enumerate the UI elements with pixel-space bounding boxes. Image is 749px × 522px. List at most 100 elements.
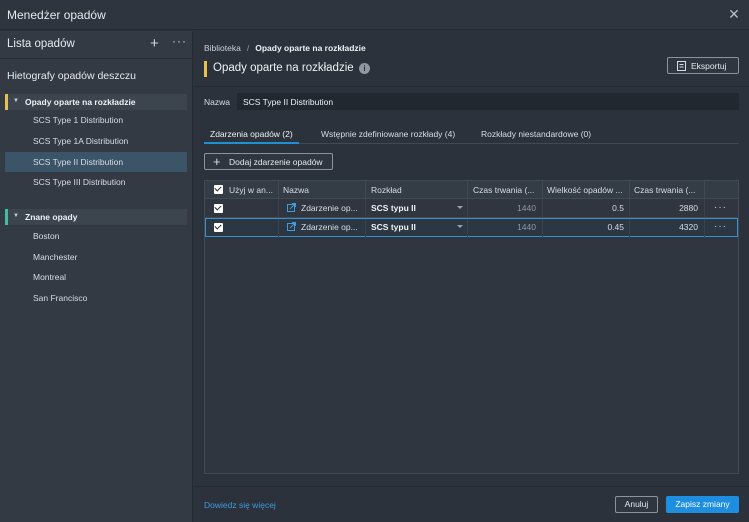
column-separator[interactable] (629, 181, 630, 199)
tree-item-san-francisco[interactable]: San Francisco (5, 288, 187, 308)
tree-item-label: Boston (33, 231, 60, 241)
row-more-icon[interactable]: ··· (714, 221, 727, 232)
cell-separator (542, 219, 543, 238)
tree-item-label: Manchester (33, 252, 78, 262)
title-marker (204, 61, 207, 77)
group-marker (5, 94, 8, 110)
tab-active-indicator (204, 142, 299, 144)
breadcrumb-current: Opady oparte na rozkładzie (255, 43, 366, 53)
duration-value: 1440 (517, 222, 536, 232)
tree-item-manchester[interactable]: Manchester (5, 247, 187, 267)
info-icon[interactable]: i (359, 63, 370, 74)
cell-separator (704, 219, 705, 238)
tab-rainfall-events[interactable]: Zdarzenia opadów (2) (210, 129, 293, 139)
plus-icon: + (213, 154, 221, 169)
column-separator[interactable] (365, 181, 366, 199)
distribution-select[interactable]: SCS typu II (371, 203, 451, 213)
cell-separator (365, 219, 366, 238)
depth-value[interactable]: 0.5 (547, 203, 624, 213)
column-header-depth[interactable]: Wielkość opadów ... (547, 185, 627, 195)
more-icon[interactable]: ··· (172, 34, 187, 48)
use-checkbox[interactable] (214, 223, 223, 232)
open-link-icon[interactable] (287, 222, 296, 231)
page-title-text: Opady oparte na rozkładzie (213, 62, 354, 74)
table-row[interactable]: Zdarzenie op... SCS typu II 1440 0.5 288… (205, 199, 738, 218)
column-header-duration[interactable]: Czas trwania (... (473, 185, 541, 195)
left-panel: Lista opadów + ··· Hietografy opadów des… (0, 31, 193, 522)
group-header-known[interactable]: ▼ Znane opady (5, 209, 187, 225)
plus-icon[interactable]: + (150, 35, 159, 52)
use-checkbox[interactable] (214, 204, 223, 213)
name-label: Nazwa (204, 97, 230, 107)
table-row[interactable]: Zdarzenie op... SCS typu II 1440 0.45 43… (205, 218, 738, 238)
column-header-distribution[interactable]: Rozkład (371, 185, 461, 195)
select-all-checkbox[interactable] (214, 185, 223, 194)
table-header: Użyj w an... Nazwa Rozkład Czas trwania … (205, 181, 738, 199)
learn-more-link[interactable]: Dowiedz się więcej (204, 500, 276, 510)
caret-down-icon[interactable]: ▼ (13, 213, 19, 219)
header-divider (194, 86, 749, 87)
tree-item-label: SCS Type 1 Distribution (33, 115, 124, 125)
export-button[interactable]: Eksportuj (667, 57, 739, 74)
row-more-icon[interactable]: ··· (714, 202, 727, 213)
cell-separator (365, 199, 366, 218)
duration-value: 1440 (517, 203, 536, 213)
cell-separator (467, 219, 468, 238)
breadcrumb-root[interactable]: Biblioteka (204, 43, 241, 53)
tab-predefined-distributions[interactable]: Wstępnie zdefiniowane rozkłady (4) (321, 129, 455, 139)
tree-item-label: SCS Type 1A Distribution (33, 136, 129, 146)
tree-item-scs-type-1[interactable]: SCS Type 1 Distribution (5, 110, 187, 130)
event-name[interactable]: Zdarzenie op... (301, 222, 363, 232)
tree-item-montreal[interactable]: Montreal (5, 267, 187, 287)
window-title: Menedżer opadów (7, 8, 106, 22)
rainfall-events-table: Użyj w an... Nazwa Rozkład Czas trwania … (204, 180, 739, 474)
column-separator[interactable] (467, 181, 468, 199)
tree-item-scs-type-3[interactable]: SCS Type III Distribution (5, 172, 187, 192)
duration2-value[interactable]: 2880 (634, 203, 698, 213)
tree-item-boston[interactable]: Boston (5, 226, 187, 246)
cell-separator (542, 199, 543, 218)
group-label: Opady oparte na rozkładzie (25, 97, 136, 107)
cell-separator (278, 199, 279, 218)
column-separator[interactable] (704, 181, 705, 199)
footer-divider (194, 486, 749, 487)
left-panel-header: Lista opadów + ··· (0, 31, 193, 59)
export-label: Eksportuj (691, 61, 727, 71)
chevron-down-icon[interactable] (457, 206, 463, 209)
breadcrumb: Biblioteka / Opady oparte na rozkładzie (204, 43, 366, 53)
cell-separator (629, 219, 630, 238)
save-button[interactable]: Zapisz zmiany (666, 496, 739, 513)
chevron-down-icon[interactable] (457, 225, 463, 228)
name-input[interactable] (237, 93, 739, 110)
group-header-distribution[interactable]: ▼ Opady oparte na rozkładzie (5, 94, 187, 110)
distribution-select[interactable]: SCS typu II (371, 222, 451, 232)
add-rainfall-event-button[interactable]: + Dodaj zdarzenie opadów (204, 153, 333, 170)
cell-separator (629, 199, 630, 218)
caret-down-icon[interactable]: ▼ (13, 98, 19, 104)
cell-separator (704, 199, 705, 218)
breadcrumb-separator: / (246, 43, 250, 53)
column-separator[interactable] (278, 181, 279, 199)
open-link-icon[interactable] (287, 203, 296, 212)
group-label: Znane opady (25, 212, 78, 222)
duration2-value[interactable]: 4320 (634, 222, 698, 232)
column-header-duration-2[interactable]: Czas trwania (... (634, 185, 702, 195)
tree-item-scs-type-1a[interactable]: SCS Type 1A Distribution (5, 131, 187, 151)
title-bar: Menedżer opadów ✕ (0, 0, 749, 30)
tab-custom-distributions[interactable]: Rozkłady niestandardowe (0) (481, 129, 591, 139)
export-icon (677, 61, 686, 71)
column-separator[interactable] (542, 181, 543, 199)
close-icon[interactable]: ✕ (727, 7, 741, 21)
event-name[interactable]: Zdarzenie op... (301, 203, 363, 213)
column-header-name[interactable]: Nazwa (283, 185, 361, 195)
cell-separator (467, 199, 468, 218)
tree-item-scs-type-2[interactable]: SCS Type II Distribution (5, 152, 187, 172)
tree-item-label: SCS Type III Distribution (33, 177, 126, 187)
left-panel-title: Lista opadów (7, 38, 75, 50)
cancel-button[interactable]: Anuluj (615, 496, 658, 513)
column-header-use[interactable]: Użyj w an... (229, 185, 277, 195)
tree-item-label: SCS Type II Distribution (33, 157, 124, 167)
depth-value[interactable]: 0.45 (547, 222, 624, 232)
tree-item-label: Montreal (33, 272, 67, 282)
main-panel: Biblioteka / Opady oparte na rozkładzie Op… (194, 31, 749, 522)
